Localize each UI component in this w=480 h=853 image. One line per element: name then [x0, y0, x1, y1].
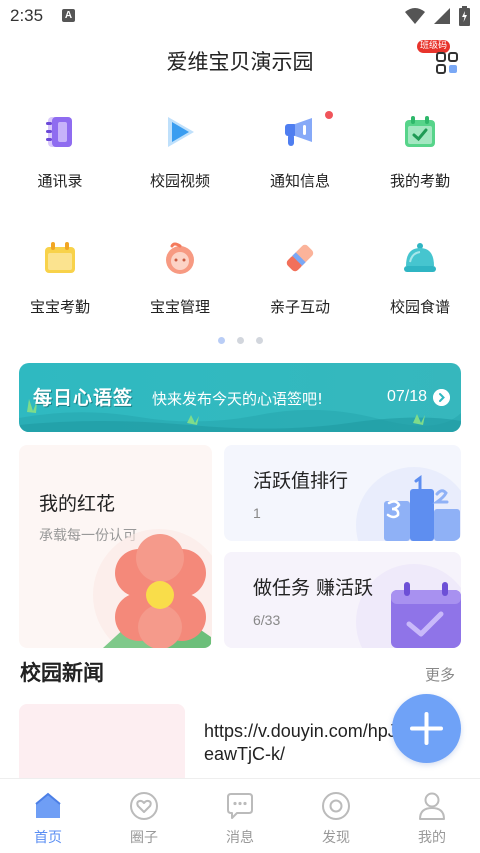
feature-label: 通讯录	[37, 172, 83, 190]
class-code-button[interactable]: 班级码	[416, 40, 462, 80]
feature-grid: 通讯录 校园视频 通知信息 我的考勤 宝宝考勤 宝宝管理 亲子互动 校园食谱	[0, 110, 480, 320]
feature-baby-attendance[interactable]: 宝宝考勤	[0, 236, 120, 326]
feature-parent-child[interactable]: 亲子互动	[240, 236, 360, 326]
feature-label: 我的考勤	[389, 172, 450, 190]
qr-grid-icon	[436, 52, 458, 74]
feature-label: 宝宝管理	[149, 298, 210, 316]
tab-mine[interactable]: 我的	[384, 779, 480, 853]
pager-dot[interactable]	[236, 337, 244, 344]
chevron-right-icon	[433, 389, 450, 406]
feature-my-attendance[interactable]: 我的考勤	[360, 110, 480, 200]
calendar-task-icon	[356, 564, 461, 648]
add-button[interactable]	[392, 694, 461, 763]
pager-dot[interactable]	[255, 337, 263, 344]
daily-note-banner[interactable]: 每日心语签 快来发布今天的心语签吧! 07/18	[19, 363, 461, 432]
feature-label: 校园视频	[149, 172, 210, 190]
my-red-flower-card[interactable]: 我的红花 承载每一份认可	[19, 445, 212, 648]
news-thumbnail[interactable]	[19, 704, 185, 784]
status-indicators	[405, 6, 470, 26]
battery-icon	[459, 6, 470, 26]
calendar-check-icon	[405, 116, 435, 147]
news-item-text[interactable]: https://v.douyin.com/hpJeawTjC-k/	[204, 720, 404, 766]
tab-label: 圈子	[130, 830, 158, 846]
tab-discover[interactable]: 发现	[288, 779, 384, 853]
feature-label: 亲子互动	[269, 298, 330, 316]
megaphone-icon	[285, 118, 312, 146]
card-title: 做任务 赚活跃	[253, 577, 374, 599]
feature-notifications[interactable]: 通知信息	[240, 110, 360, 200]
pager-dot[interactable]	[217, 337, 225, 344]
feature-baby-management[interactable]: 宝宝管理	[120, 236, 240, 326]
campus-news-heading: 校园新闻	[20, 661, 104, 685]
red-flower-icon	[93, 529, 212, 648]
status-time: 2:35	[10, 6, 44, 25]
feature-campus-menu[interactable]: 校园食谱	[360, 236, 480, 326]
notification-a-icon: A	[62, 9, 75, 22]
eraser-icon	[286, 244, 314, 272]
tab-home[interactable]: 首页	[0, 779, 96, 853]
banner-date: 07/18	[386, 388, 427, 405]
cloche-food-icon	[404, 243, 436, 272]
feature-campus-video[interactable]: 校园视频	[120, 110, 240, 200]
play-video-icon	[168, 117, 194, 147]
signal-icon	[434, 8, 450, 24]
tab-messages[interactable]: 消息	[192, 779, 288, 853]
tab-label: 我的	[418, 830, 446, 846]
person-icon	[419, 792, 445, 820]
chat-bubble-icon	[227, 793, 253, 819]
tab-label: 消息	[226, 830, 254, 846]
header: 爱维宝贝演示园 班级码	[0, 36, 480, 86]
feature-label: 宝宝考勤	[29, 298, 90, 316]
plus-icon	[410, 712, 443, 745]
banner-subtitle: 快来发布今天的心语签吧!	[152, 390, 324, 408]
task-progress-value: 6/33	[253, 612, 281, 628]
rank-value: 1	[253, 505, 261, 521]
page-title: 爱维宝贝演示园	[166, 50, 314, 74]
feature-label: 通知信息	[269, 172, 330, 190]
tab-label: 首页	[34, 830, 62, 846]
baby-face-icon	[166, 242, 194, 274]
banner-title: 每日心语签	[33, 387, 134, 409]
activity-ranking-card[interactable]: 活跃值排行 1	[224, 445, 461, 541]
card-title: 活跃值排行	[253, 470, 349, 492]
contacts-book-icon	[46, 117, 72, 147]
feature-contacts[interactable]: 通讯录	[0, 110, 120, 200]
status-bar: 2:35 A	[0, 0, 480, 32]
podium-icon	[356, 467, 461, 541]
new-notification-dot	[325, 111, 333, 119]
feature-pager	[0, 337, 480, 345]
baby-attendance-icon	[45, 242, 75, 273]
tab-label: 发现	[322, 830, 350, 846]
eye-icon	[322, 792, 350, 820]
tab-circle[interactable]: 圈子	[96, 779, 192, 853]
bottom-tab-bar: 首页 圈子 消息 发现 我的	[0, 778, 480, 853]
wifi-icon	[405, 8, 425, 24]
home-icon	[35, 792, 61, 818]
earn-activity-task-card[interactable]: 做任务 赚活跃 6/33	[224, 552, 461, 648]
news-more-link[interactable]: 更多	[425, 664, 455, 685]
feature-label: 校园食谱	[389, 298, 450, 316]
heart-circle-icon	[130, 792, 158, 820]
